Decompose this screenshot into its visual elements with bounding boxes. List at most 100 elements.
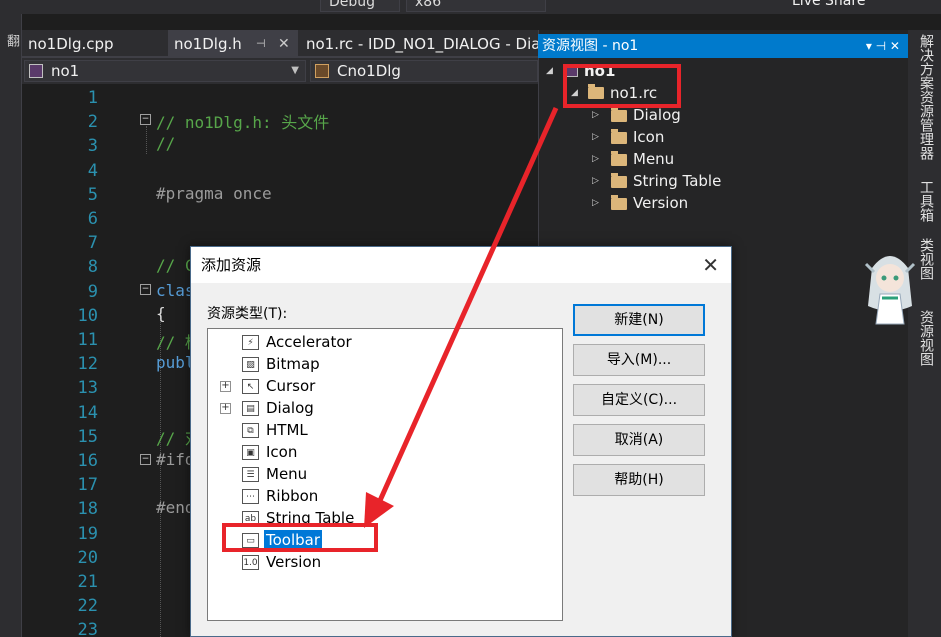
tab-no1dlg-cpp[interactable]: no1Dlg.cpp bbox=[22, 30, 166, 58]
line-number: 22 bbox=[77, 596, 98, 617]
tree-folder-item[interactable]: Version bbox=[633, 192, 688, 214]
fold-toggle-icon[interactable]: − bbox=[140, 114, 151, 125]
collapse-arrow-icon[interactable]: ◢ bbox=[546, 60, 553, 82]
line-number: 18 bbox=[77, 499, 98, 520]
folder-icon bbox=[611, 173, 627, 188]
toolbox-tab[interactable]: 工具箱 bbox=[916, 180, 936, 222]
line-number: 6 bbox=[87, 209, 98, 229]
icon-resource-icon: ▣ bbox=[242, 445, 259, 460]
tree-folder-item[interactable]: String Table bbox=[633, 170, 721, 192]
code-line-3: // bbox=[156, 134, 176, 153]
line-number: 5 bbox=[87, 184, 98, 205]
pin-icon[interactable]: ⊣ bbox=[256, 30, 266, 58]
line-number: 10 bbox=[77, 305, 98, 326]
code-line-9: clas bbox=[156, 281, 195, 300]
expand-arrow-icon[interactable]: ▷ bbox=[592, 148, 599, 170]
cursor-icon: ↖ bbox=[242, 379, 259, 394]
line-number: 23 bbox=[77, 620, 98, 637]
line-number: 20 bbox=[77, 547, 98, 568]
line-number: 12 bbox=[77, 354, 98, 375]
folder-icon bbox=[611, 195, 627, 210]
code-line-18: #end bbox=[156, 498, 195, 517]
close-icon[interactable]: ✕ bbox=[278, 30, 290, 58]
accelerator-icon: ⚡ bbox=[242, 335, 259, 350]
expand-toggle-icon[interactable]: + bbox=[220, 403, 231, 414]
fold-guide bbox=[146, 126, 147, 154]
resource-type-label: Menu bbox=[266, 465, 308, 483]
line-number: 3 bbox=[87, 136, 98, 157]
ribbon-icon: ⋯ bbox=[242, 489, 259, 504]
project-icon bbox=[29, 64, 43, 78]
solution-explorer-tab[interactable]: 解决方案资源管理器 bbox=[916, 34, 936, 160]
code-line-16: #ifd bbox=[156, 450, 195, 469]
left-strip-label[interactable]: 翻 bbox=[2, 34, 21, 47]
line-number: 8 bbox=[87, 257, 98, 278]
panel-controls[interactable]: ▾ ⊣ ✕ bbox=[866, 34, 900, 58]
expand-toggle-icon[interactable]: + bbox=[220, 381, 231, 392]
line-number: 1 bbox=[87, 88, 98, 108]
expand-arrow-icon[interactable]: ▷ bbox=[592, 192, 599, 214]
custom-button[interactable]: 自定义(C)... bbox=[573, 384, 705, 416]
line-number: 9 bbox=[87, 281, 98, 302]
live-share-button[interactable]: Live Share bbox=[792, 0, 865, 9]
class-icon bbox=[315, 64, 329, 78]
new-button[interactable]: 新建(N) bbox=[573, 304, 705, 336]
resource-type-label: 资源类型(T): bbox=[207, 306, 288, 322]
tab-no1dlg-h[interactable]: no1Dlg.h ⊣ ✕ bbox=[168, 30, 298, 58]
menu-icon: ☰ bbox=[242, 467, 259, 482]
line-number: 13 bbox=[77, 378, 98, 399]
navigation-bar: no1 ▼ Cno1Dlg bbox=[22, 58, 538, 84]
resource-view-title: 资源视图 - no1 bbox=[542, 38, 639, 54]
code-line-2: // no1Dlg.h: 头文件 bbox=[156, 113, 330, 132]
tab-label: no1Dlg.h bbox=[174, 35, 242, 53]
class-dropdown[interactable]: Cno1Dlg bbox=[310, 60, 538, 82]
bitmap-icon: ▨ bbox=[242, 357, 259, 372]
resource-view-header: 资源视图 - no1 ▾ ⊣ ✕ bbox=[538, 34, 908, 58]
code-line-12: publ bbox=[156, 353, 195, 372]
line-number: 16 bbox=[77, 451, 98, 471]
folder-icon bbox=[611, 151, 627, 166]
fold-toggle-icon[interactable]: − bbox=[140, 454, 151, 465]
folder-icon bbox=[611, 129, 627, 144]
class-label: Cno1Dlg bbox=[337, 62, 401, 80]
resource-type-label: Version bbox=[266, 553, 322, 571]
document-tabs: no1Dlg.cpp no1Dlg.h ⊣ ✕ no1.rc - IDD_NO1… bbox=[22, 30, 538, 58]
line-number: 2 bbox=[87, 112, 98, 133]
expand-arrow-icon[interactable]: ▷ bbox=[592, 170, 599, 192]
dialog-icon: ▤ bbox=[242, 401, 259, 416]
chevron-down-icon: ▼ bbox=[291, 65, 299, 76]
version-icon: 1.0 bbox=[242, 555, 259, 570]
folder-icon bbox=[611, 107, 627, 122]
resource-type-label: Dialog bbox=[266, 399, 314, 417]
line-number: 7 bbox=[87, 233, 98, 254]
tree-folder-item[interactable]: Menu bbox=[633, 148, 674, 170]
cancel-button[interactable]: 取消(A) bbox=[573, 424, 705, 456]
expand-arrow-icon[interactable]: ▷ bbox=[592, 126, 599, 148]
tab-label: no1.rc - IDD_NO1_DIALOG - Dial bbox=[306, 35, 538, 53]
fold-toggle-icon[interactable]: − bbox=[140, 284, 151, 295]
dialog-title-bar: 添加资源 ✕ bbox=[191, 247, 731, 283]
resource-type-label: Icon bbox=[266, 443, 298, 461]
close-icon[interactable]: ✕ bbox=[702, 247, 719, 283]
tab-no1-rc[interactable]: no1.rc - IDD_NO1_DIALOG - Dial bbox=[300, 30, 538, 58]
code-line-5: #pragma once bbox=[156, 184, 272, 203]
platform-dropdown[interactable]: x86 bbox=[406, 0, 546, 12]
tree-folder-item[interactable]: Icon bbox=[633, 126, 664, 148]
resource-type-label: Ribbon bbox=[266, 487, 319, 505]
code-line-10: { bbox=[156, 304, 166, 323]
resource-type-label: Accelerator bbox=[266, 333, 352, 351]
mascot-avatar bbox=[864, 256, 916, 325]
project-dropdown[interactable]: no1 ▼ bbox=[24, 60, 306, 82]
project-label: no1 bbox=[51, 62, 80, 80]
resource-type-list[interactable]: ⚡ Accelerator ▨ Bitmap + ↖ Cursor + ▤ Dialog ⧉ HTML… bbox=[207, 328, 563, 621]
left-tool-strip: 翻 bbox=[0, 14, 22, 637]
line-number: 14 bbox=[77, 402, 98, 423]
code-line-8: // C bbox=[156, 256, 195, 275]
import-button[interactable]: 导入(M)... bbox=[573, 344, 705, 376]
resource-type-label: Cursor bbox=[266, 377, 316, 395]
help-button[interactable]: 帮助(H) bbox=[573, 464, 705, 496]
html-icon: ⧉ bbox=[242, 423, 259, 438]
config-dropdown[interactable]: Debug bbox=[320, 0, 400, 12]
line-number: 17 bbox=[77, 475, 98, 496]
line-number: 11 bbox=[77, 330, 98, 350]
